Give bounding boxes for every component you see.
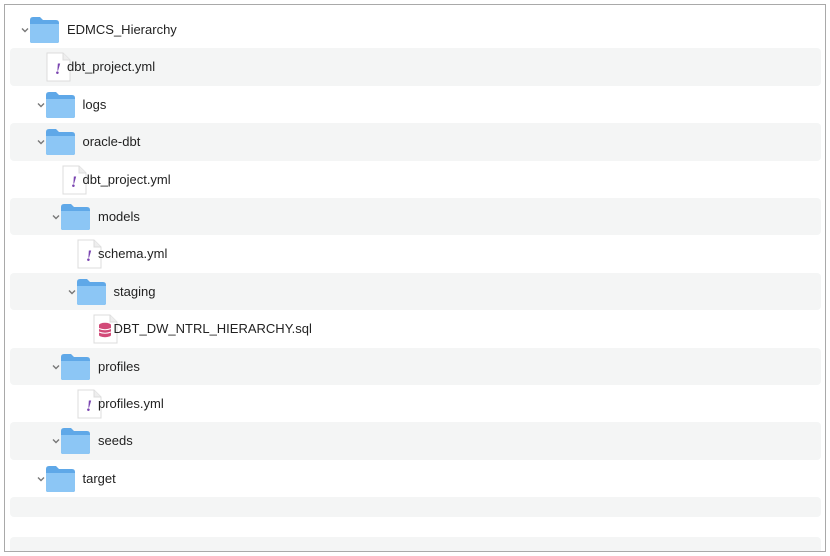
folder-icon [60,202,91,234]
folder-row[interactable]: oracle-dbt [10,123,821,161]
file-tree: EDMCS_Hierarchy! dbt_project.yml logs oracl… [10,11,821,551]
folder-row[interactable]: EDMCS_Hierarchy [10,11,821,48]
folder-icon [29,15,60,47]
item-name: dbt_project.yml [67,59,156,75]
item-name: models [98,208,140,224]
empty-row [10,517,821,537]
folder-row[interactable]: profiles [10,347,821,385]
item-name: staging [113,283,156,299]
svg-text:!: ! [55,61,61,78]
file-row[interactable]: ! dbt_project.yml [10,48,821,86]
empty-row [10,537,821,551]
folder-row[interactable]: logs [10,86,821,123]
item-name: target [82,470,116,486]
folder-row[interactable]: staging [10,272,821,311]
folder-row[interactable]: target [10,460,821,497]
svg-text:!: ! [70,174,76,191]
folder-icon [60,352,91,384]
item-name: seeds [98,433,133,449]
item-name: DBT_DW_NTRL_HIERARCHY.sql [113,321,312,337]
folder-icon [45,127,76,159]
file-row[interactable]: ! dbt_project.yml [10,161,821,198]
item-name: dbt_project.yml [82,171,171,187]
svg-text:!: ! [86,398,92,415]
file-row[interactable]: DBT_DW_NTRL_HIERARCHY.sql [10,310,821,347]
item-name: schema.yml [98,246,168,262]
folder-icon [45,464,76,496]
svg-text:!: ! [86,248,92,265]
file-row[interactable]: ! schema.yml [10,235,821,272]
folder-row[interactable]: seeds [10,422,821,460]
file-row[interactable]: ! profiles.yml [10,385,821,422]
finder-window: EDMCS_Hierarchy! dbt_project.yml logs oracl… [4,4,826,552]
item-name: profiles.yml [98,395,164,411]
folder-icon [60,426,91,458]
folder-icon [76,277,107,309]
item-name: profiles [98,358,140,374]
folder-row[interactable]: models [10,197,821,236]
item-name: logs [82,96,107,112]
empty-row [10,497,821,518]
item-name: EDMCS_Hierarchy [67,22,177,37]
item-name: oracle-dbt [82,134,141,150]
folder-icon [45,90,76,122]
